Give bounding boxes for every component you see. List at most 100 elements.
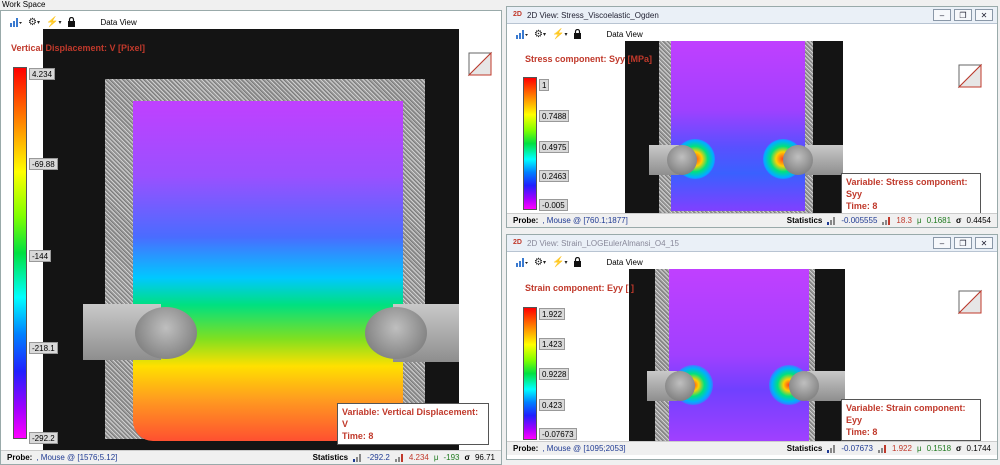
stress-tick-3: 0.4975 [539,141,570,153]
stress-tick-1: 1 [539,79,550,91]
sigma-icon: σ [956,216,962,225]
restore-icon[interactable]: ❐ [954,9,972,21]
corner-indicator-icon [957,289,983,315]
left-var-title: Vertical Displacement: V [Pixel] [11,43,146,53]
left-stat-mean: -193 [443,453,460,462]
lightning-icon[interactable]: ⚡ ▾ [46,17,61,28]
strain-image-viewport[interactable] [629,269,845,445]
sigma-icon: σ [464,453,470,462]
max-bar-icon [877,444,886,453]
right-grip-tip [789,371,819,401]
left-colorbar [13,67,27,439]
bar-chart-icon[interactable] [515,257,528,267]
min-bar-icon [827,216,836,225]
stress-variable-box: Variable: Stress component: Syy Time: 8 [841,173,981,215]
restore-icon[interactable]: ❐ [954,237,972,249]
data-view-label[interactable]: Data View [606,258,642,267]
strain-window-titlebar[interactable]: 2D 2D View: Strain_LOGEulerAlmansi_O4_15… [507,235,997,252]
data-view-label[interactable]: Data View [606,30,642,39]
left-tick-1: 4.234 [29,68,56,80]
stress-status-bar: Probe: , Mouse @ [760.1;1877] Statistics… [507,213,997,227]
strain-stat-max: 1.922 [891,444,912,453]
stress-window: 2D 2D View: Stress_Viscoelastic_Ogden – … [506,6,998,228]
lock-icon[interactable] [573,257,582,267]
minimize-icon[interactable]: – [933,9,951,21]
strain-colorbar [523,307,537,440]
mu-icon: μ [916,216,922,225]
strain-stat-sigma: 0.1744 [966,444,991,453]
stress-stat-max: 18.3 [896,216,912,225]
stress-stat-sigma: 0.4454 [966,216,991,225]
bar-chart-icon[interactable] [9,17,22,27]
sigma-icon: σ [956,444,962,453]
close-icon[interactable]: ✕ [975,9,993,21]
app-logo-icon: 2D [513,239,522,246]
right-grip-tip [783,145,813,175]
mu-icon: μ [916,444,922,453]
lock-icon[interactable] [67,17,76,27]
strain-probe-text: , Mouse @ [1095;2053] [542,444,626,453]
left-tick-4: -218.1 [29,342,58,354]
data-view-label[interactable]: Data View [100,18,136,27]
max-bar-icon [394,453,403,462]
stress-probe-label: Probe: [513,216,539,225]
bar-chart-icon[interactable] [515,29,528,39]
strain-var-title: Strain component: Eyy [ ] [525,283,635,293]
max-bar-icon [882,216,891,225]
min-bar-icon [353,453,362,462]
left-tick-2: -69.88 [29,158,58,170]
displacement-field [133,101,403,441]
strain-tick-5: -0.07673 [539,428,577,440]
left-variable-label: Variable: Vertical Displacement: V [342,407,479,429]
left-stat-sigma: 96.71 [474,453,495,462]
gear-icon[interactable]: ⚙ ▾ [534,257,546,268]
stress-tick-2: 0.7488 [539,110,570,122]
left-statistics: Statistics -292.2 4.234 μ -193 σ 96.71 [313,453,501,462]
strain-tick-1: 1.922 [539,308,566,320]
mu-icon: μ [433,453,439,462]
strain-field [669,269,809,441]
min-bar-icon [827,444,836,453]
left-probe-text: , Mouse @ [1576;5.12] [36,453,118,462]
left-time-label: Time: 8 [342,431,374,441]
stress-probe-text: , Mouse @ [760.1;1877] [542,216,628,225]
stress-tick-4: 0.2463 [539,170,570,182]
stress-image-viewport[interactable] [625,41,843,215]
gear-icon[interactable]: ⚙ ▾ [28,17,40,28]
right-grip-tip [365,307,427,359]
lightning-icon[interactable]: ⚡ ▾ [552,257,567,268]
lightning-icon[interactable]: ⚡ ▾ [552,29,567,40]
stress-stat-mean: 0.1681 [926,216,952,225]
lock-icon[interactable] [573,29,582,39]
left-stat-max: 4.234 [408,453,429,462]
left-grip-tip [667,145,697,175]
strain-window: 2D 2D View: Strain_LOGEulerAlmansi_O4_15… [506,234,998,460]
stress-var-title: Stress component: Syy [MPa] [525,54,653,64]
strain-stat-mean: 0.1518 [926,444,952,453]
close-icon[interactable]: ✕ [975,237,993,249]
strain-probe-label: Probe: [513,444,539,453]
app-logo-icon: 2D [513,11,522,18]
corner-indicator-icon [957,63,983,89]
left-grip-tip [665,371,695,401]
left-status-bar: Probe: , Mouse @ [1576;5.12] Statistics … [1,450,501,464]
stress-stat-min: -0.005555 [841,216,878,225]
stress-window-titlebar[interactable]: 2D 2D View: Stress_Viscoelastic_Ogden – … [507,7,997,24]
left-image-viewport[interactable] [43,29,459,453]
stress-toolbar: ⚙ ▾ ⚡ ▾ Data View [507,25,643,43]
gear-icon[interactable]: ⚙ ▾ [534,29,546,40]
strain-toolbar: ⚙ ▾ ⚡ ▾ Data View [507,253,643,271]
left-probe-label: Probe: [7,453,33,462]
minimize-icon[interactable]: – [933,237,951,249]
left-stats-label: Statistics [312,453,349,462]
stress-field [671,41,805,211]
strain-tick-2: 1.423 [539,338,566,350]
stress-window-title: 2D View: Stress_Viscoelastic_Ogden [527,10,659,20]
stress-tick-5: -0.005 [539,199,568,211]
strain-tick-4: 0.423 [539,399,566,411]
stress-colorbar [523,77,537,210]
strain-status-bar: Probe: , Mouse @ [1095;2053] Statistics … [507,441,997,455]
left-view-panel: ⚙ ▾ ⚡ ▾ Data View Vertical Displacement: V… [0,10,502,465]
stress-variable-label: Variable: Stress component: Syy [846,177,968,199]
left-grip-tip [135,307,197,359]
